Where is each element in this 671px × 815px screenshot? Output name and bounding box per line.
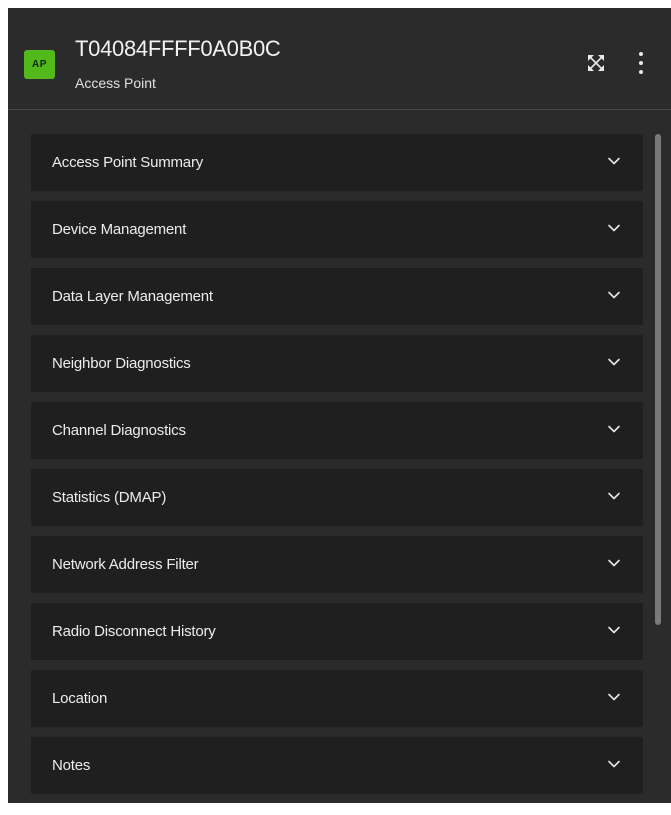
scrollbar-thumb[interactable]: [655, 134, 661, 625]
section-network-address-filter[interactable]: Network Address Filter: [31, 536, 643, 593]
device-type-subtitle: Access Point: [75, 75, 156, 91]
expand-arrows-icon[interactable]: [585, 52, 607, 74]
section-access-point-summary[interactable]: Access Point Summary: [31, 134, 643, 191]
section-data-layer-management[interactable]: Data Layer Management: [31, 268, 643, 325]
panel-header: AP T04084FFFF0A0B0C Access Point: [8, 8, 671, 109]
section-label: Location: [52, 690, 108, 707]
chevron-down-icon: [607, 757, 621, 771]
chevron-down-icon: [607, 288, 621, 302]
section-neighbor-diagnostics[interactable]: Neighbor Diagnostics: [31, 335, 643, 392]
section-label: Data Layer Management: [52, 288, 213, 305]
section-label: Channel Diagnostics: [52, 422, 186, 439]
chevron-down-icon: [607, 556, 621, 570]
section-notes[interactable]: Notes: [31, 737, 643, 794]
section-radio-disconnect-history[interactable]: Radio Disconnect History: [31, 603, 643, 660]
section-location[interactable]: Location: [31, 670, 643, 727]
device-id-title: T04084FFFF0A0B0C: [75, 36, 281, 61]
chevron-down-icon: [607, 623, 621, 637]
section-label: Device Management: [52, 221, 187, 238]
section-label: Radio Disconnect History: [52, 623, 216, 640]
section-device-management[interactable]: Device Management: [31, 201, 643, 258]
chevron-down-icon: [607, 690, 621, 704]
section-label: Access Point Summary: [52, 154, 204, 171]
section-statistics-dmap[interactable]: Statistics (DMAP): [31, 469, 643, 526]
chevron-down-icon: [607, 422, 621, 436]
header-divider: [8, 109, 671, 110]
device-type-badge: AP: [24, 50, 55, 79]
section-channel-diagnostics[interactable]: Channel Diagnostics: [31, 402, 643, 459]
chevron-down-icon: [607, 355, 621, 369]
section-label: Neighbor Diagnostics: [52, 355, 191, 372]
device-details-panel: AP T04084FFFF0A0B0C Access Point Access …: [8, 8, 671, 803]
vertical-scrollbar[interactable]: [653, 134, 663, 734]
section-label: Statistics (DMAP): [52, 489, 167, 506]
chevron-down-icon: [607, 221, 621, 235]
more-options-menu-icon[interactable]: [634, 50, 648, 76]
chevron-down-icon: [607, 154, 621, 168]
section-label: Notes: [52, 757, 91, 774]
chevron-down-icon: [607, 489, 621, 503]
section-label: Network Address Filter: [52, 556, 199, 573]
